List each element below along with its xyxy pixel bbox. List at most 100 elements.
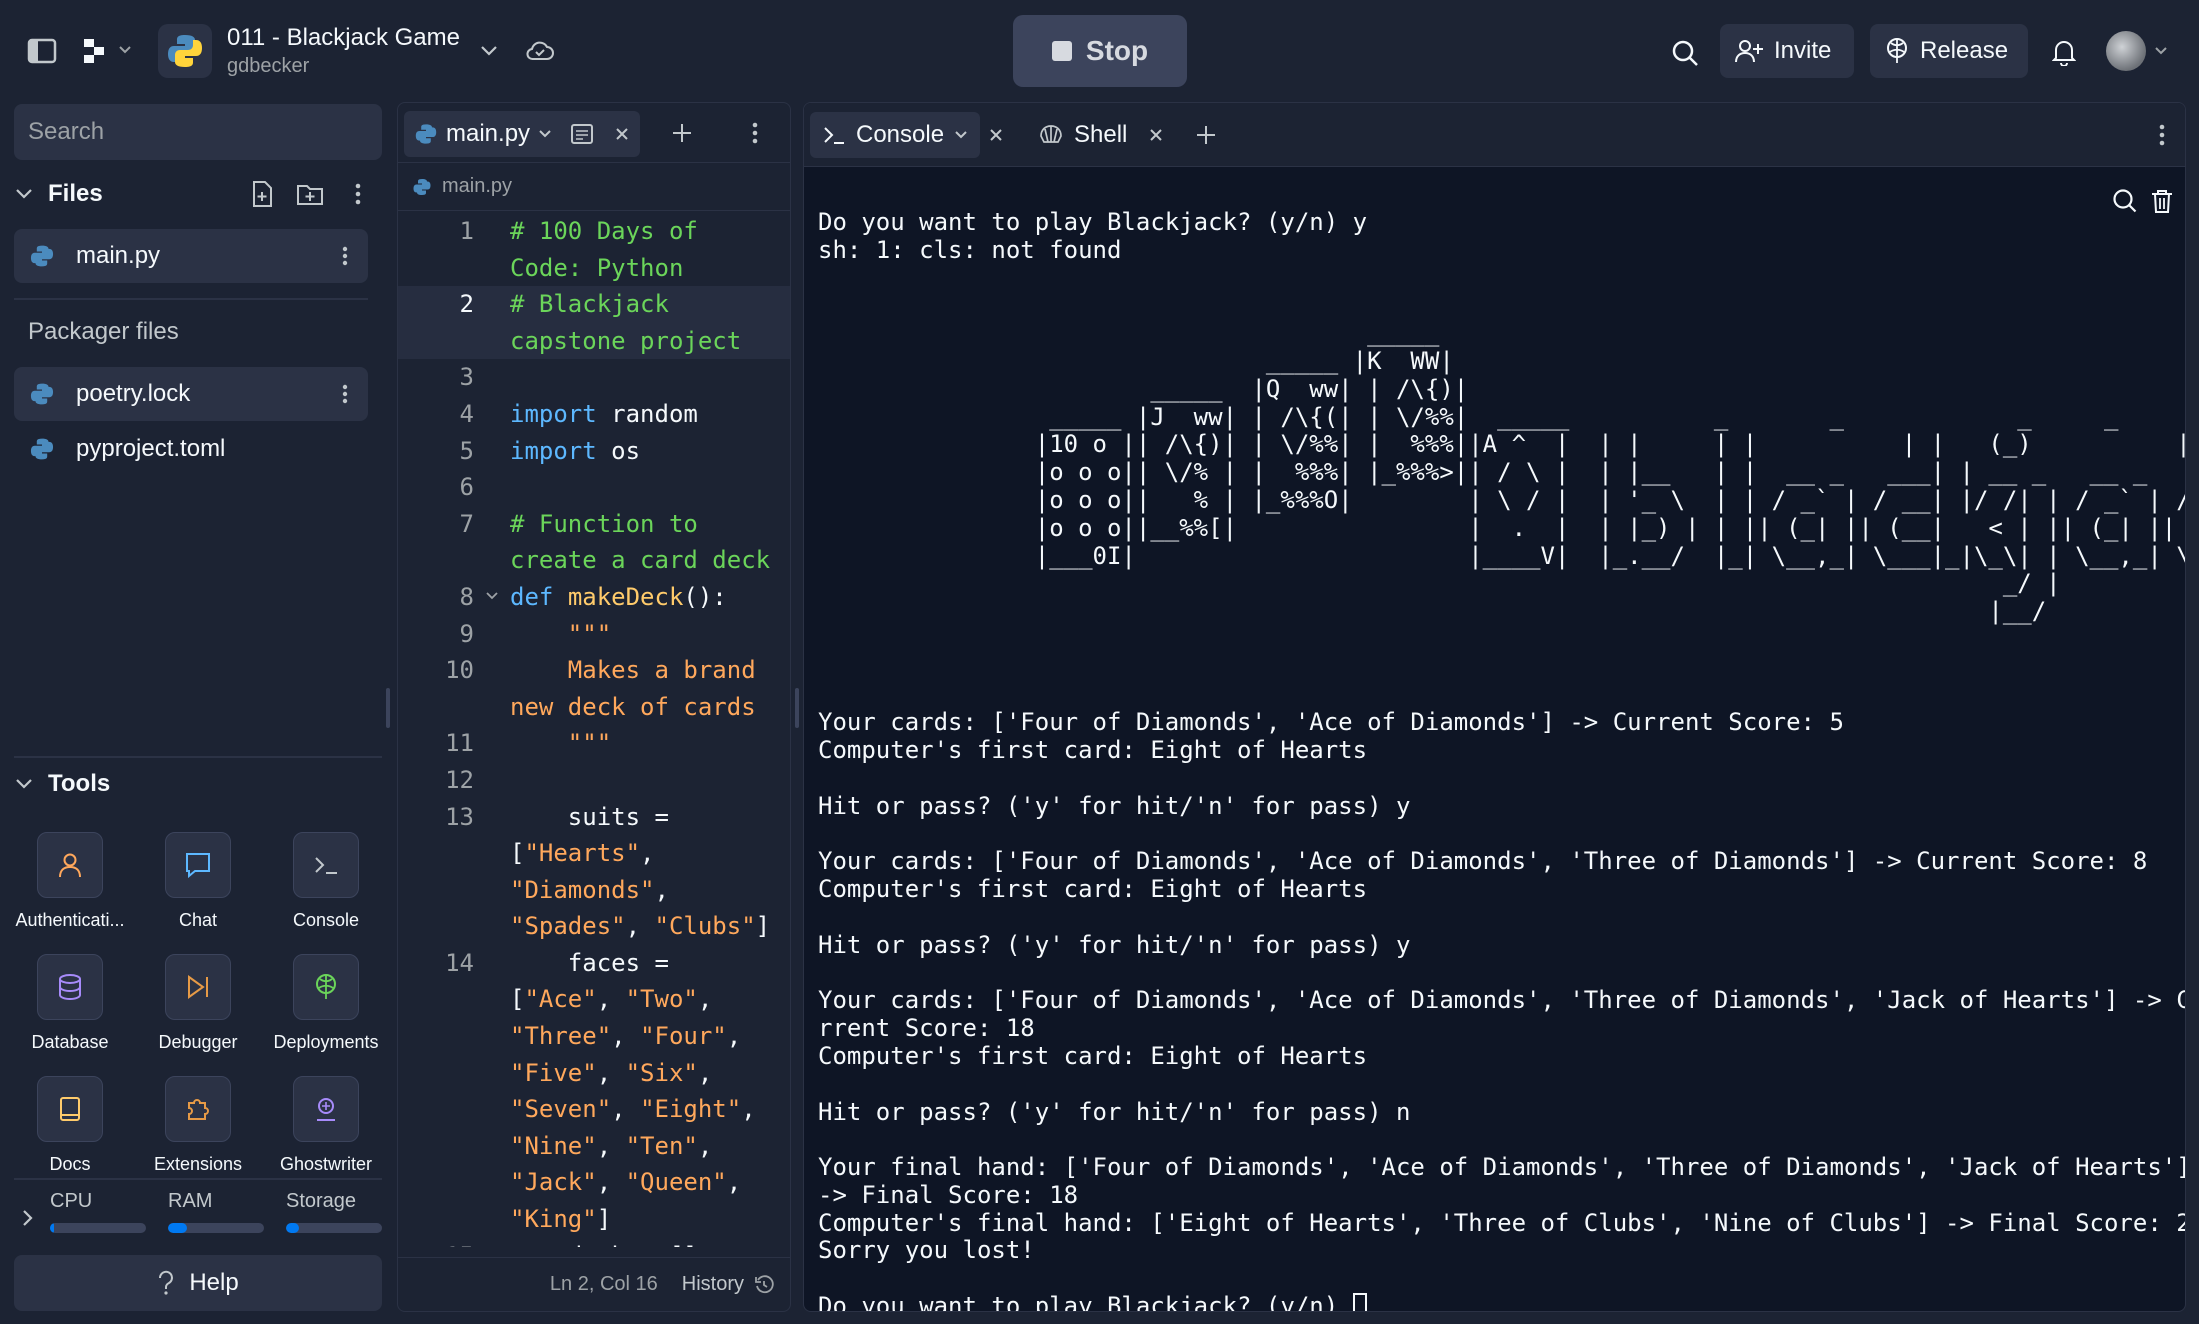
kebab-menu-icon[interactable] <box>342 178 374 210</box>
storage-usage: Storage <box>286 1190 382 1233</box>
code-line: 9 """ <box>459 619 612 648</box>
console-output-text: Do you want to play Blackjack? (y/n) y s… <box>818 208 2186 1312</box>
tab-console[interactable]: Console <box>810 112 981 158</box>
tool-chat[interactable]: Chat <box>134 832 262 950</box>
cpu-usage: CPU <box>50 1190 146 1233</box>
add-tab-icon[interactable] <box>1194 123 1218 147</box>
breadcrumb[interactable]: main.py <box>398 163 790 211</box>
cloud-check-icon[interactable] <box>524 36 556 66</box>
new-folder-icon[interactable] <box>294 178 326 210</box>
search-input[interactable]: Search <box>14 104 382 160</box>
tab-main-py[interactable]: main.py <box>404 111 641 157</box>
close-icon[interactable] <box>1148 127 1164 143</box>
resize-handle[interactable] <box>386 688 390 728</box>
new-file-icon[interactable] <box>246 178 278 210</box>
tab-label: main.py <box>446 120 531 147</box>
invite-button[interactable]: Invite <box>1720 24 1854 78</box>
close-icon[interactable] <box>614 126 630 142</box>
shell-icon <box>1038 123 1064 147</box>
terminal-cursor <box>1352 1293 1367 1311</box>
console-tab-bar: Console Shell <box>804 103 2185 167</box>
search-icon[interactable] <box>1668 36 1702 70</box>
tool-debugger[interactable]: Debugger <box>134 954 262 1072</box>
files-section-header[interactable]: Files <box>14 170 382 218</box>
resize-handle[interactable] <box>795 688 799 728</box>
stop-button-label: Stop <box>1085 35 1149 66</box>
kebab-menu-icon[interactable] <box>2159 123 2165 147</box>
tool-label: Debugger <box>158 1032 238 1052</box>
chevron-down-icon[interactable] <box>14 184 34 204</box>
debugger-icon <box>165 954 231 1020</box>
tool-console[interactable]: Console <box>262 832 390 950</box>
help-button[interactable]: Help <box>14 1255 382 1311</box>
tool-extensions[interactable]: Extensions <box>134 1076 262 1194</box>
code-line: 11 """ <box>445 729 612 758</box>
fold-chevron-icon[interactable] <box>474 579 510 616</box>
release-icon <box>1884 37 1910 65</box>
sidebar-toggle-icon[interactable] <box>22 34 62 68</box>
document-outline-icon[interactable] <box>570 122 594 146</box>
release-button[interactable]: Release <box>1870 24 2028 78</box>
tools-title: Tools <box>48 770 111 797</box>
kebab-menu-icon[interactable] <box>332 381 358 407</box>
console-output[interactable]: Do you want to play Blackjack? (y/n) y s… <box>818 208 2185 1311</box>
tool-label: Extensions <box>153 1154 243 1174</box>
add-user-icon <box>1734 38 1764 64</box>
bell-icon[interactable] <box>2048 36 2080 68</box>
help-label: Help <box>189 1269 239 1296</box>
code-line: 6 <box>459 473 474 502</box>
invite-label: Invite <box>1774 37 1832 64</box>
tool-deployments[interactable]: Deployments <box>262 954 390 1072</box>
stop-button[interactable]: Stop <box>1013 15 1187 87</box>
add-tab-icon[interactable] <box>670 121 694 145</box>
tool-label: Authenticati... <box>15 910 125 930</box>
code-line-active: 2 # Blackjack capstone project <box>398 286 790 360</box>
python-file-icon <box>412 177 432 197</box>
chat-icon <box>165 832 231 898</box>
chevron-right-icon[interactable] <box>18 1208 38 1228</box>
code-line: 14 faces = ["Ace", "Two", "Three", "Four… <box>445 948 771 1234</box>
tool-database[interactable]: Database <box>6 954 134 1072</box>
resource-usage[interactable]: CPU RAM Storage <box>14 1190 382 1250</box>
kebab-menu-icon[interactable] <box>752 121 758 145</box>
tool-label: Console <box>292 910 360 930</box>
tool-authentication[interactable]: Authenticati... <box>6 832 134 950</box>
python-file-icon <box>28 380 56 408</box>
repl-nav-menu-icon[interactable] <box>78 32 138 68</box>
tab-shell[interactable]: Shell <box>1026 112 1139 158</box>
ram-usage: RAM <box>168 1190 264 1233</box>
chevron-down-icon[interactable] <box>538 129 552 139</box>
code-area[interactable]: 1 # 100 Days of Code: Python 2 # Blackjack… <box>398 213 790 1247</box>
file-name: main.py <box>76 242 161 269</box>
breadcrumb-file: main.py <box>442 175 513 197</box>
repl-owner[interactable]: gdbecker <box>227 55 309 78</box>
code-line: 8 def makeDeck(): <box>398 579 790 616</box>
chevron-down-icon[interactable] <box>14 774 34 794</box>
avatar[interactable] <box>2106 31 2146 71</box>
file-item-pyproject-toml[interactable]: pyproject.toml <box>14 422 368 476</box>
kebab-menu-icon[interactable] <box>332 243 358 269</box>
chevron-down-icon[interactable] <box>2152 42 2170 60</box>
file-name: pyproject.toml <box>76 435 226 462</box>
chevron-down-icon[interactable] <box>478 40 500 62</box>
history-icon <box>754 1274 774 1295</box>
close-icon[interactable] <box>988 127 1004 143</box>
file-name: poetry.lock <box>76 380 191 407</box>
tab-label: Shell <box>1074 121 1128 148</box>
repl-title[interactable]: 011 - Blackjack Game <box>227 24 460 52</box>
history-button[interactable]: History <box>682 1273 774 1296</box>
divider <box>14 298 368 300</box>
cpu-label: CPU <box>50 1190 93 1212</box>
code-line: 12 <box>445 765 474 794</box>
tool-docs[interactable]: Docs <box>6 1076 134 1194</box>
file-item-main-py[interactable]: main.py <box>14 229 368 283</box>
database-icon <box>37 954 103 1020</box>
python-file-icon <box>28 435 56 463</box>
file-item-poetry-lock[interactable]: poetry.lock <box>14 367 368 421</box>
ghostwriter-icon <box>293 1076 359 1142</box>
code-editor-pane: main.py main.py 1 # 100 Days of Code: Pyt… <box>397 102 791 1312</box>
tool-ghostwriter[interactable]: Ghostwriter <box>262 1076 390 1194</box>
tools-section-header[interactable]: Tools <box>14 760 110 808</box>
cursor-position[interactable]: Ln 2, Col 16 <box>550 1273 658 1296</box>
chevron-down-icon[interactable] <box>954 130 968 140</box>
